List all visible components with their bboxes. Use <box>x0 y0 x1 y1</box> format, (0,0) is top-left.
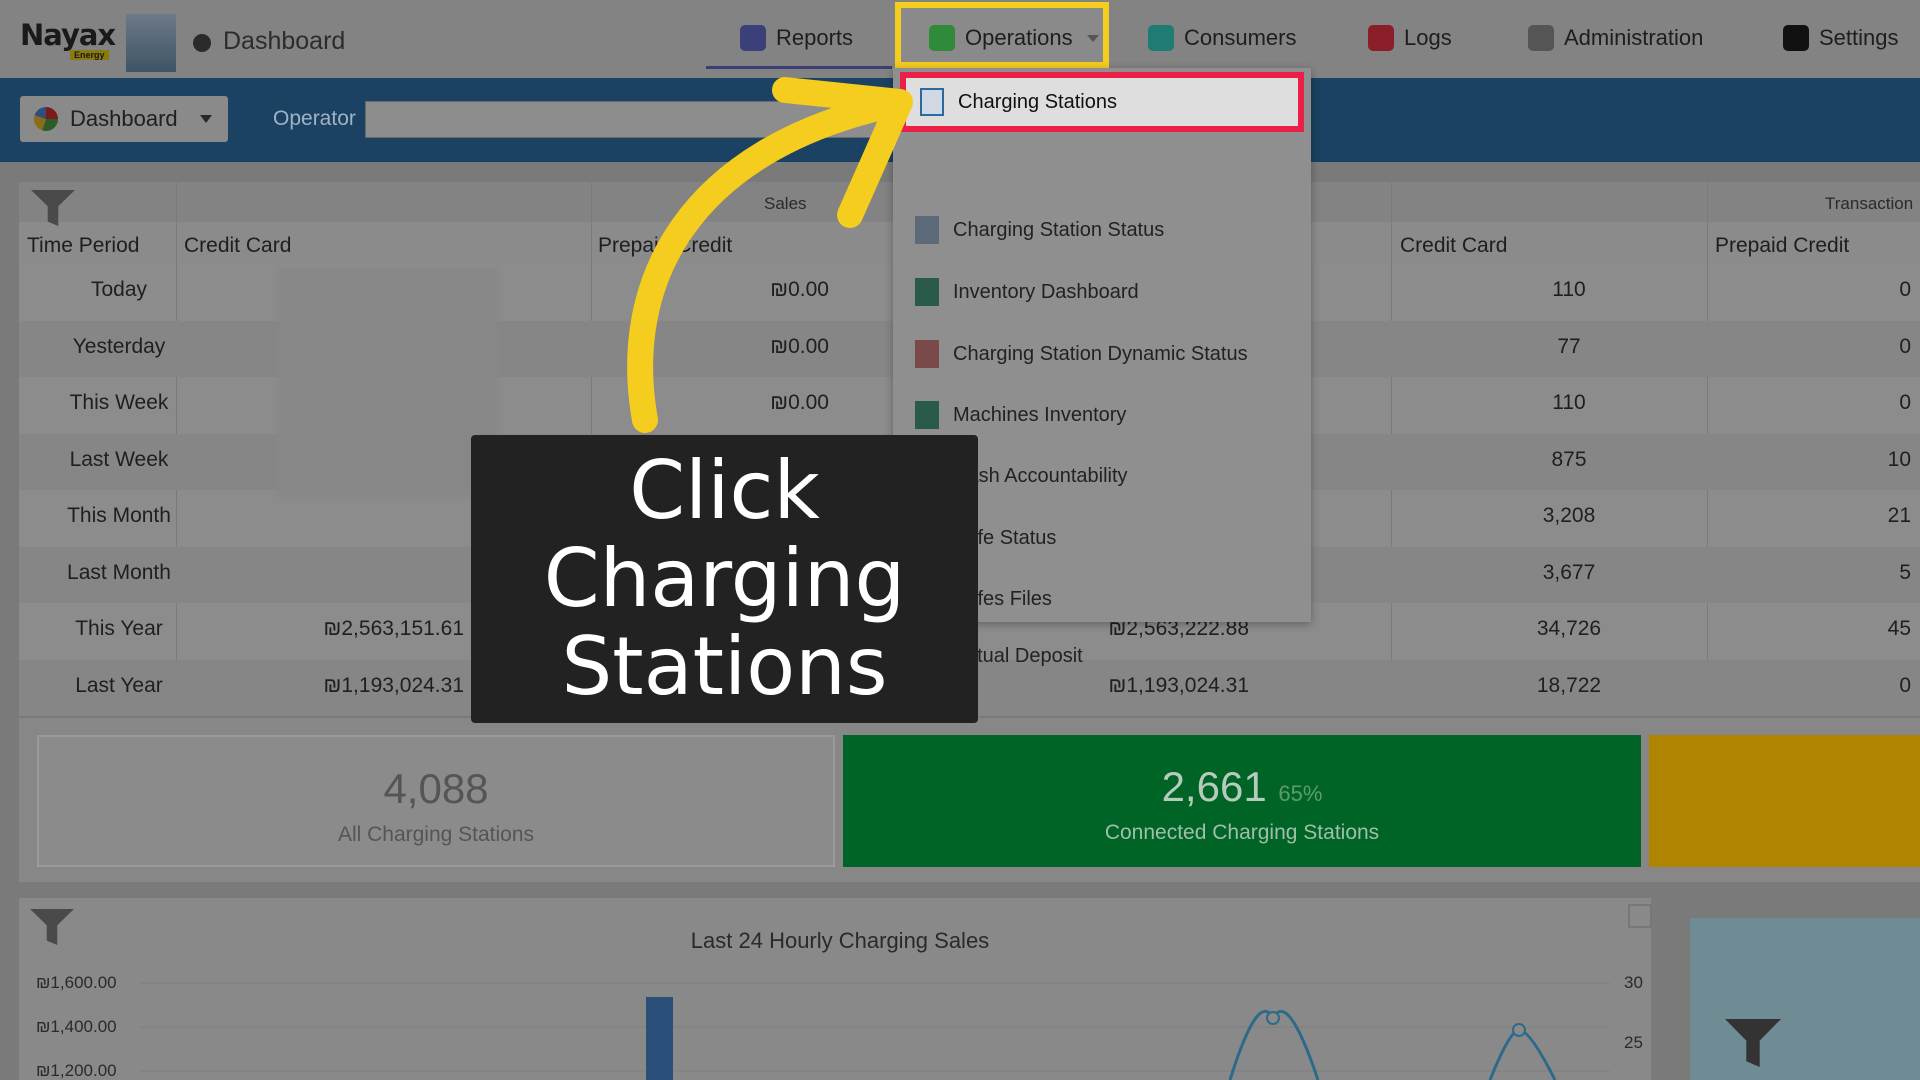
stat-value: 2,661 65% <box>1161 763 1323 810</box>
blurred-region <box>278 268 498 498</box>
nav-consumers[interactable]: Consumers <box>1148 20 1296 56</box>
chart-plot-area <box>140 982 1610 1080</box>
stat-label: All Charging Stations <box>337 823 535 846</box>
nayax-logo[interactable]: Nayax Energy <box>20 18 120 66</box>
stat-card-connected-stations[interactable]: 2,661 65% Connected Charging Stations <box>843 735 1641 867</box>
cell-tx-prepaid-credit: 0 <box>1899 334 1911 358</box>
col-time-period[interactable]: Time Period <box>27 234 139 258</box>
dashboard-select[interactable]: Dashboard <box>20 96 228 142</box>
instruction-callout: Click Charging Stations <box>471 435 978 723</box>
breadcrumb: Dashboard <box>223 27 346 55</box>
cell-total: ₪1,193,024.31 <box>1108 673 1249 697</box>
chevron-down-icon <box>199 115 212 123</box>
cell-credit-card: ₪2,563,151.61 <box>323 617 464 640</box>
menu-item-charging-stations[interactable]: Charging Stations <box>900 72 1304 132</box>
menu-item-charging-stations-content: Charging Stations <box>920 82 1117 122</box>
chevron-down-icon <box>1086 34 1099 42</box>
download-icon[interactable] <box>1628 904 1652 928</box>
cell-time-period: Last Month <box>67 560 171 584</box>
administration-icon <box>1528 25 1554 51</box>
nav-administration[interactable]: Administration <box>1528 20 1703 56</box>
breadcrumb-dot-icon <box>193 34 211 52</box>
cell-tx-credit-card: 110 <box>1552 391 1586 414</box>
chart-point <box>1266 1011 1280 1025</box>
menu-item-dynamic-status[interactable]: Charging Station Dynamic Status <box>915 334 1248 374</box>
cell-tx-prepaid-credit: 21 <box>1887 504 1911 527</box>
stat-value: 4,088 <box>383 765 489 812</box>
stat-percent: 65% <box>1278 781 1323 806</box>
menu-item-charging-station-status[interactable]: Charging Station Status <box>915 210 1164 250</box>
stat-card-all-stations[interactable]: 4,088 All Charging Stations <box>37 735 835 867</box>
cell-time-period: This Year <box>75 617 163 640</box>
cell-credit-card: ₪1,193,024.31 <box>323 673 464 697</box>
cell-time-period: Today <box>90 278 148 301</box>
cell-tx-credit-card: 18,722 <box>1536 673 1602 697</box>
cell-tx-prepaid-credit: 0 <box>1899 673 1911 697</box>
settings-icon <box>1783 25 1809 51</box>
cell-tx-credit-card: 3,208 <box>1542 504 1596 527</box>
cell-tx-credit-card: 3,677 <box>1542 560 1596 584</box>
avatar[interactable] <box>126 14 176 72</box>
filter-icon[interactable] <box>31 186 75 226</box>
cell-tx-prepaid-credit: 5 <box>1899 560 1911 584</box>
cell-time-period: This Week <box>69 391 169 414</box>
pie-chart-icon <box>34 107 58 131</box>
filter-icon[interactable] <box>1725 1015 1781 1067</box>
cell-tx-prepaid-credit: 45 <box>1887 617 1911 640</box>
nav-operations[interactable]: Operations <box>929 20 1099 56</box>
nav-logs[interactable]: Logs <box>1368 20 1452 56</box>
nav-settings[interactable]: Settings <box>1783 20 1899 56</box>
cell-time-period: Yesterday <box>72 334 166 358</box>
cell-tx-prepaid-credit: 0 <box>1899 278 1911 301</box>
annotation-arrow <box>627 77 913 433</box>
cell-tx-credit-card: 34,726 <box>1536 617 1602 640</box>
chart-title: Last 24 Hourly Charging Sales <box>690 928 990 953</box>
nav-reports[interactable]: Reports <box>740 20 853 56</box>
menu-item-inventory-dashboard[interactable]: Inventory Dashboard <box>915 272 1139 312</box>
chart-line-series <box>1488 1028 1557 1080</box>
chart-point <box>1512 1023 1526 1037</box>
cell-tx-credit-card: 875 <box>1551 447 1587 471</box>
cell-time-period: Last Year <box>75 673 163 697</box>
operator-label: Operator <box>273 107 356 130</box>
col-tx-credit-card[interactable]: Credit Card <box>1400 234 1507 258</box>
stat-label: Connected Charging Stations <box>1104 821 1380 844</box>
cell-tx-credit-card: 77 <box>1557 334 1581 358</box>
menu-item-machines-inventory[interactable]: Machines Inventory <box>915 395 1126 435</box>
col-tx-prepaid-credit[interactable]: Prepaid Credit <box>1715 234 1849 258</box>
group-label-transactions: Transaction <box>1825 194 1914 213</box>
col-credit-card[interactable]: Credit Card <box>184 234 291 258</box>
cell-tx-prepaid-credit: 10 <box>1887 447 1911 471</box>
logs-icon <box>1368 25 1394 51</box>
reports-icon <box>740 25 766 51</box>
cell-tx-prepaid-credit: 0 <box>1899 391 1911 414</box>
cell-time-period: Last Week <box>69 447 169 471</box>
operations-icon <box>929 25 955 51</box>
cell-time-period: This Month <box>67 504 171 527</box>
chart-bar <box>646 997 673 1080</box>
cell-tx-credit-card: 110 <box>1552 278 1586 301</box>
stat-card-third[interactable] <box>1649 735 1920 867</box>
consumers-icon <box>1148 25 1174 51</box>
